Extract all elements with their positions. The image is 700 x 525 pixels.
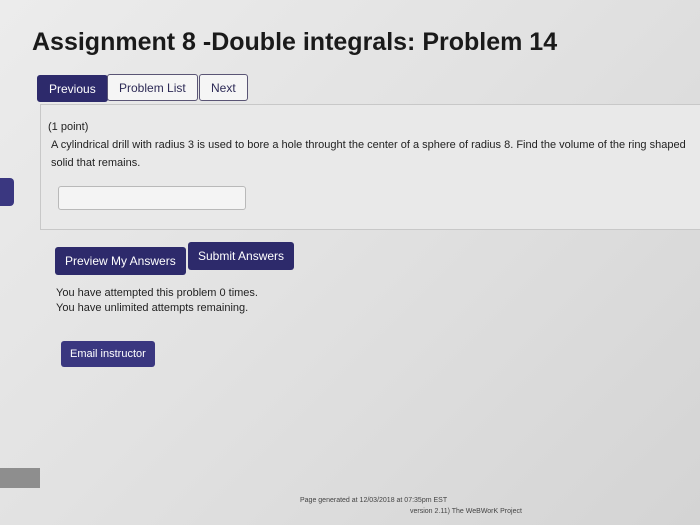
side-tab[interactable] — [0, 178, 14, 206]
next-button[interactable]: Next — [199, 74, 248, 101]
page-title: Assignment 8 -Double integrals: Problem … — [32, 28, 558, 56]
footer-project: version 2.11) The WeBWorK Project — [410, 508, 522, 515]
problem-points: (1 point) — [48, 121, 89, 133]
footer-generated: Page generated at 12/03/2018 at 07:35pm … — [300, 497, 448, 504]
attempted-count-text: You have attempted this problem 0 times. — [56, 287, 258, 299]
side-bar-decoration — [0, 468, 40, 488]
email-instructor-button[interactable]: Email instructor — [61, 341, 155, 367]
problem-text: A cylindrical drill with radius 3 is use… — [51, 139, 686, 169]
previous-button[interactable]: Previous — [37, 75, 108, 102]
submit-answers-button[interactable]: Submit Answers — [188, 242, 295, 270]
attempts-remaining-text: You have unlimited attempts remaining. — [56, 302, 249, 314]
problem-list-button[interactable]: Problem List — [107, 74, 198, 101]
page-footer: Page generated at 12/03/2018 at 07:35pm … — [300, 495, 522, 517]
attempts-status: You have attempted this problem 0 times.… — [56, 286, 258, 316]
answer-input[interactable] — [58, 186, 246, 210]
preview-answers-button[interactable]: Preview My Answers — [55, 247, 186, 275]
